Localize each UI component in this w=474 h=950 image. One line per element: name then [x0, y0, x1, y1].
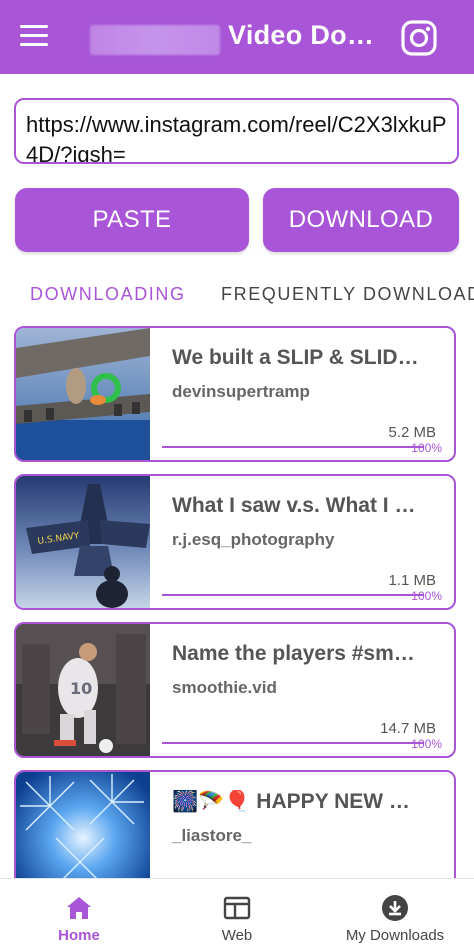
video-author: _liastore_ — [172, 826, 252, 845]
download-card[interactable]: We built a SLIP & SLID… devinsupertramp … — [14, 326, 456, 462]
tab-frequently-downloaded[interactable]: FREQUENTLY DOWNLOADED — [221, 284, 474, 305]
svg-text:10: 10 — [70, 679, 92, 698]
video-title: 🎆🪂🎈 HAPPY NEW … — [172, 790, 410, 813]
url-input[interactable]: https://www.instagram.com/reel/C2X3lxkuP… — [14, 98, 459, 164]
nav-my-downloads-label: My Downloads — [345, 927, 445, 944]
video-title: Name the players #sm… — [172, 642, 415, 665]
progress-bar — [162, 594, 424, 596]
url-input-value: https://www.instagram.com/reel/C2X3lxkuP… — [26, 112, 447, 164]
video-thumbnail: 10 — [16, 624, 150, 756]
web-icon — [222, 893, 252, 923]
video-title: What I saw v.s. What I … — [172, 494, 416, 517]
progress-bar — [162, 446, 424, 448]
file-size: 5.2 MB — [388, 424, 436, 441]
tab-downloading[interactable]: DOWNLOADING — [30, 284, 186, 305]
file-size: 14.7 MB — [380, 720, 436, 737]
download-card[interactable]: 10 Name the players #sm… smoothie.vid 14… — [14, 622, 456, 758]
progress-percent: 100% — [411, 589, 442, 603]
paste-button[interactable]: PASTE — [15, 188, 249, 252]
download-icon — [380, 893, 410, 923]
nav-web[interactable]: Web — [158, 879, 316, 950]
video-author: r.j.esq_photography — [172, 530, 335, 549]
video-title: We built a SLIP & SLID… — [172, 346, 419, 369]
menu-icon[interactable] — [20, 25, 48, 49]
file-size: 1.1 MB — [388, 572, 436, 589]
tab-bar: DOWNLOADING FREQUENTLY DOWNLOADED — [0, 278, 474, 314]
video-thumbnail — [16, 772, 150, 878]
video-author: devinsupertramp — [172, 382, 310, 401]
download-card[interactable]: U.S.NAVY What I saw v.s. What I … r.j.es… — [14, 474, 456, 610]
nav-home-label: Home — [58, 927, 100, 944]
nav-home[interactable]: Home — [0, 879, 158, 950]
download-card[interactable]: 🎆🪂🎈 HAPPY NEW … _liastore_ — [14, 770, 456, 878]
video-thumbnail: U.S.NAVY — [16, 476, 150, 608]
nav-my-downloads[interactable]: My Downloads — [316, 879, 474, 950]
video-thumbnail — [16, 328, 150, 460]
instagram-icon[interactable] — [400, 19, 438, 57]
progress-percent: 100% — [411, 441, 442, 455]
video-author: smoothie.vid — [172, 678, 277, 697]
nav-web-label: Web — [221, 927, 253, 944]
progress-percent: 100% — [411, 737, 442, 751]
download-button[interactable]: DOWNLOAD — [263, 188, 459, 252]
home-icon — [64, 893, 94, 923]
blurred-app-name — [90, 25, 220, 55]
download-list: We built a SLIP & SLID… devinsupertramp … — [0, 324, 474, 878]
app-bar: Video Do… — [0, 0, 474, 74]
bottom-nav: Home Web My Downloads — [0, 878, 474, 950]
progress-bar — [162, 742, 424, 744]
app-title: Video Do… — [228, 20, 375, 50]
